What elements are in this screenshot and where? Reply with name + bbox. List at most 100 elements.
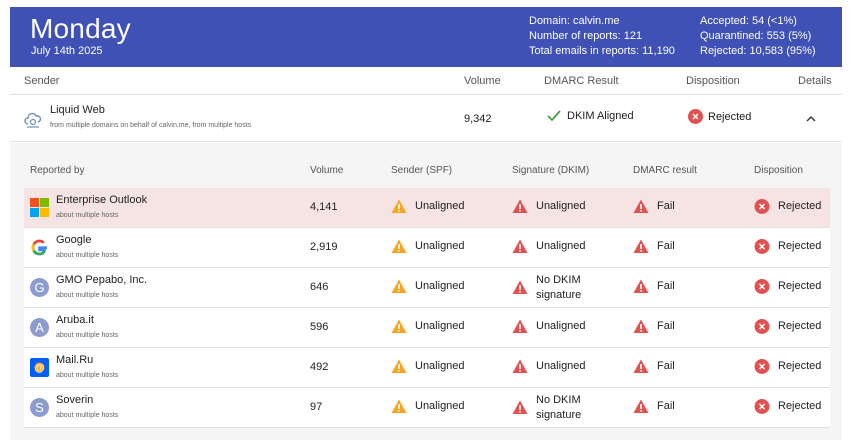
table-row[interactable]: @ Mail.Ru about multiple hosts 492 Unaligned… (24, 348, 830, 388)
table-row[interactable]: Enterprise Outlook about multiple hosts 4,… (24, 188, 830, 228)
dkim-label: No DKIM signature (536, 394, 582, 421)
report-volume: 596 (310, 321, 329, 333)
table-row[interactable]: Google about multiple hosts 2,919 Unaligned… (24, 228, 830, 268)
warning-icon (391, 319, 407, 333)
column-spf: Sender (SPF) (391, 165, 453, 176)
spf-status: Unaligned (391, 199, 465, 214)
dkim-label: Unaligned (536, 240, 586, 252)
column-report-volume: Volume (310, 165, 344, 176)
column-details: Details (798, 75, 832, 87)
column-dkim: Signature (DKIM) (512, 165, 590, 176)
dmarc-label: Fail (657, 320, 675, 332)
dkim-status: Unaligned (512, 239, 586, 254)
dmarc-status: Fail (633, 279, 675, 294)
svg-text:S: S (35, 400, 44, 415)
rejected-icon (754, 399, 770, 414)
reporter-name: Aruba.it (56, 314, 94, 326)
letter-g-avatar: G (30, 278, 49, 297)
dkim-status: Unaligned (512, 359, 586, 374)
dkim-label: Unaligned (536, 360, 586, 372)
spf-status: Unaligned (391, 279, 465, 294)
dmarc-label: Fail (657, 280, 675, 292)
dmarc-status: Fail (633, 319, 675, 334)
quarantined-count: Quarantined: 553 (5%) (700, 30, 812, 42)
disposition-status: Rejected (754, 279, 821, 294)
spf-status: Unaligned (391, 359, 465, 374)
disposition-status: Rejected (754, 359, 821, 374)
chevron-up-icon[interactable] (806, 115, 816, 122)
dmarc-label: Fail (657, 240, 675, 252)
sender-dmarc-result: DKIM Aligned (547, 110, 634, 122)
sender-row[interactable]: Liquid Web from multiple domains on beha… (10, 96, 842, 142)
column-disposition: Disposition (686, 75, 740, 87)
rejected-icon (754, 239, 770, 254)
warning-icon (391, 199, 407, 213)
report-volume: 4,141 (310, 201, 338, 213)
disposition-label: Rejected (778, 400, 822, 412)
dkim-status: No DKIM signature (512, 273, 586, 303)
dmarc-status: Fail (633, 399, 675, 414)
error-triangle-icon (512, 319, 528, 333)
dmarc-result-label: DKIM Aligned (567, 110, 634, 122)
dkim-status: Unaligned (512, 199, 586, 214)
disposition-status: Rejected (754, 199, 821, 214)
reporter-description: about multiple hosts (56, 212, 119, 219)
disposition-label: Rejected (778, 320, 822, 332)
dmarc-label: Fail (657, 360, 675, 372)
error-triangle-icon (633, 279, 649, 293)
error-triangle-icon (512, 239, 528, 253)
dkim-label: No DKIM signature (536, 274, 582, 301)
spf-status: Unaligned (391, 239, 465, 254)
dmarc-status: Fail (633, 199, 675, 214)
reporter-description: about multiple hosts (56, 412, 119, 419)
rejected-icon (754, 319, 770, 334)
spf-label: Unaligned (415, 320, 465, 332)
reporter-description: about multiple hosts (56, 252, 119, 259)
report-header: Monday July 14th 2025 Domain: calvin.me … (10, 7, 842, 67)
error-triangle-icon (633, 399, 649, 413)
error-triangle-icon (512, 280, 528, 294)
table-row[interactable]: G GMO Pepabo, Inc. about multiple hosts 646… (24, 268, 830, 308)
dkim-status: No DKIM signature (512, 393, 586, 423)
spf-label: Unaligned (415, 400, 465, 412)
spf-label: Unaligned (415, 240, 465, 252)
disposition-label: Rejected (778, 280, 822, 292)
sender-volume: 9,342 (464, 113, 492, 125)
page-title: Monday (30, 13, 131, 44)
error-triangle-icon (512, 400, 528, 414)
spf-label: Unaligned (415, 360, 465, 372)
report-volume: 2,919 (310, 241, 338, 253)
dkim-label: Unaligned (536, 200, 586, 212)
domain-label: Domain: calvin.me (529, 15, 620, 27)
report-date: July 14th 2025 (31, 45, 103, 57)
google-logo (31, 239, 47, 256)
report-volume: 646 (310, 281, 329, 293)
disposition-summary: Accepted: 54 (<1%) Quarantined: 553 (5%)… (700, 14, 816, 59)
disposition-label: Rejected (778, 200, 822, 212)
svg-text:G: G (34, 280, 44, 295)
column-sender: Sender (24, 75, 60, 87)
rejected-icon (754, 279, 770, 294)
report-volume: 97 (310, 401, 323, 413)
table-row[interactable]: S Soverin about multiple hosts 97 Unaligned N… (24, 388, 830, 428)
check-icon (547, 110, 561, 122)
rejected-count: Rejected: 10,583 (95%) (700, 45, 816, 57)
error-triangle-icon (633, 359, 649, 373)
report-count: Number of reports: 121 (529, 30, 643, 42)
disposition-label: Rejected (778, 360, 822, 372)
error-triangle-icon (512, 199, 528, 213)
letter-a-avatar: A (30, 318, 49, 337)
error-triangle-icon (633, 319, 649, 333)
sender-description: from multiple domains on behalf of calvi… (50, 122, 252, 129)
dkim-status: Unaligned (512, 319, 586, 334)
spf-label: Unaligned (415, 280, 465, 292)
column-dmarc-result: DMARC result (633, 165, 697, 176)
reporter-name: Mail.Ru (56, 354, 94, 366)
rejected-icon (754, 199, 770, 214)
dmarc-label: Fail (657, 400, 675, 412)
disposition-status: Rejected (754, 239, 821, 254)
reporter-description: about multiple hosts (56, 332, 119, 339)
table-row[interactable]: A Aruba.it about multiple hosts 596 Unaligne… (24, 308, 830, 348)
reporter-name: GMO Pepabo, Inc. (56, 274, 148, 286)
column-report-disposition: Disposition (754, 165, 803, 176)
